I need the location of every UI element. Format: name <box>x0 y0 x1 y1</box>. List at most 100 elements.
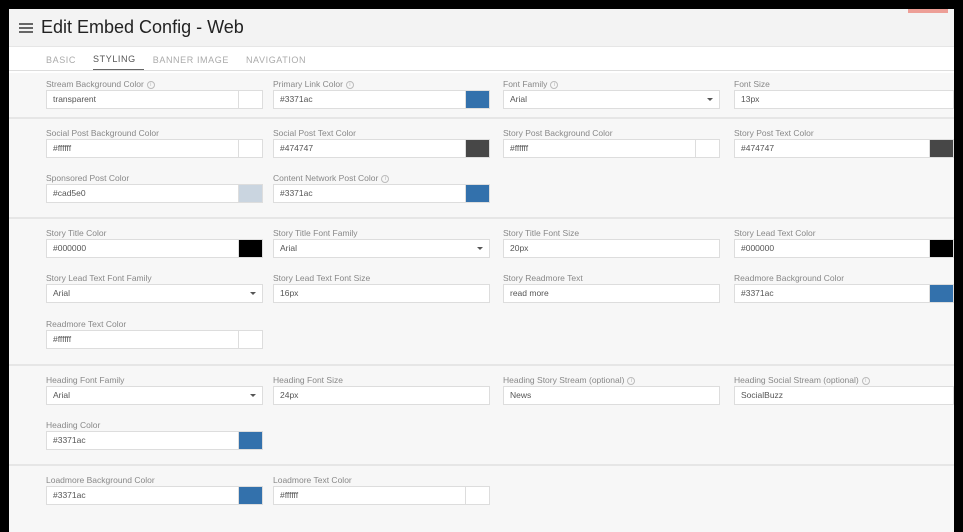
color-swatch[interactable] <box>238 487 262 504</box>
content-network-post-input[interactable]: #3371ac <box>273 184 490 203</box>
tab-navigation[interactable]: NAVIGATION <box>246 55 314 70</box>
chevron-down-icon <box>250 394 256 397</box>
field-social-post-bg: Social Post Background Color #ffffff <box>46 128 263 158</box>
color-swatch[interactable] <box>238 331 262 348</box>
story-lead-font-family-select[interactable]: Arial <box>46 284 263 303</box>
field-story-lead-font-size: Story Lead Text Font Size 16px <box>273 273 490 303</box>
field-content-network-post: Content Network Post Color i #3371ac <box>273 173 490 203</box>
color-swatch[interactable] <box>465 91 489 108</box>
story-lead-font-size-input[interactable]: 16px <box>273 284 490 303</box>
field-label: Primary Link Color <box>273 79 343 89</box>
color-swatch[interactable] <box>465 140 489 157</box>
social-post-bg-input[interactable]: #ffffff <box>46 139 263 158</box>
font-size-input[interactable]: 13px <box>734 90 954 109</box>
readmore-bg-input[interactable]: #3371ac <box>734 284 954 303</box>
color-swatch[interactable] <box>238 140 262 157</box>
chevron-down-icon <box>477 247 483 250</box>
heading-font-size-input[interactable]: 24px <box>273 386 490 405</box>
field-font-size: Font Size 13px <box>734 79 954 109</box>
color-swatch[interactable] <box>465 487 489 504</box>
color-swatch[interactable] <box>929 240 953 257</box>
info-icon[interactable]: i <box>861 376 870 385</box>
chevron-down-icon <box>707 98 713 101</box>
field-font-family: Font Family i Arial <box>503 79 720 109</box>
color-swatch[interactable] <box>238 91 262 108</box>
color-swatch[interactable] <box>465 185 489 202</box>
field-sponsored-post: Sponsored Post Color #cad5e0 <box>46 173 263 203</box>
field-label: Content Network Post Color <box>273 173 379 183</box>
heading-color-input[interactable]: #3371ac <box>46 431 263 450</box>
sponsored-post-input[interactable]: #cad5e0 <box>46 184 263 203</box>
color-swatch[interactable] <box>929 285 953 302</box>
primary-link-input[interactable]: #3371ac <box>273 90 490 109</box>
color-swatch[interactable] <box>238 240 262 257</box>
info-icon[interactable]: i <box>627 376 636 385</box>
heading-story-stream-input[interactable]: News <box>503 386 720 405</box>
tab-basic[interactable]: BASIC <box>46 55 84 70</box>
story-readmore-text-input[interactable]: read more <box>503 284 720 303</box>
field-label: Font Family <box>503 79 548 89</box>
tab-banner-image[interactable]: BANNER IMAGE <box>153 55 237 70</box>
field-label: Loadmore Text Color <box>273 475 352 485</box>
field-label: Heading Font Size <box>273 375 343 385</box>
field-label: Loadmore Background Color <box>46 475 155 485</box>
field-label: Heading Story Stream (optional) <box>503 375 625 385</box>
color-swatch[interactable] <box>929 140 953 157</box>
field-stream-bg: Stream Background Color i transparent <box>46 79 263 109</box>
story-title-font-family-select[interactable]: Arial <box>273 239 490 258</box>
field-story-post-text: Story Post Text Color #474747 <box>734 128 954 158</box>
field-heading-social-stream: Heading Social Stream (optional) i Social… <box>734 375 954 405</box>
styling-form: Stream Background Color i transparent Pri… <box>9 73 954 532</box>
info-icon[interactable]: i <box>381 174 390 183</box>
corner-mark <box>908 9 948 13</box>
field-label: Story Post Text Color <box>734 128 814 138</box>
story-post-bg-input[interactable]: #ffffff <box>503 139 720 158</box>
story-title-font-size-input[interactable]: 20px <box>503 239 720 258</box>
section-story: Story Title Color #000000 Story Title Fo… <box>9 219 954 366</box>
section-general: Stream Background Color i transparent Pri… <box>9 73 954 119</box>
loadmore-bg-input[interactable]: #3371ac <box>46 486 263 505</box>
info-icon[interactable]: i <box>345 80 354 89</box>
field-label: Stream Background Color <box>46 79 144 89</box>
tab-styling[interactable]: STYLING <box>93 54 144 70</box>
info-icon[interactable]: i <box>550 80 559 89</box>
section-heading: Heading Font Family Arial Heading Font S… <box>9 366 954 466</box>
story-post-text-input[interactable]: #474747 <box>734 139 954 158</box>
stream-bg-input[interactable]: transparent <box>46 90 263 109</box>
font-family-select[interactable]: Arial <box>503 90 720 109</box>
color-swatch[interactable] <box>238 185 262 202</box>
heading-font-family-select[interactable]: Arial <box>46 386 263 405</box>
story-title-color-input[interactable]: #000000 <box>46 239 263 258</box>
field-heading-story-stream: Heading Story Stream (optional) i News <box>503 375 720 405</box>
field-story-readmore-text: Story Readmore Text read more <box>503 273 720 303</box>
field-story-title-color: Story Title Color #000000 <box>46 228 263 258</box>
section-loadmore: Loadmore Background Color #3371ac Loadmo… <box>9 466 954 526</box>
field-heading-font-family: Heading Font Family Arial <box>46 375 263 405</box>
color-swatch[interactable] <box>695 140 719 157</box>
field-label: Story Readmore Text <box>503 273 583 283</box>
story-lead-text-color-input[interactable]: #000000 <box>734 239 954 258</box>
field-label: Sponsored Post Color <box>46 173 130 183</box>
field-loadmore-bg: Loadmore Background Color #3371ac <box>46 475 263 505</box>
loadmore-text-input[interactable]: #ffffff <box>273 486 490 505</box>
social-post-text-input[interactable]: #474747 <box>273 139 490 158</box>
info-icon[interactable]: i <box>146 80 155 89</box>
color-swatch[interactable] <box>238 432 262 449</box>
field-story-lead-font-family: Story Lead Text Font Family Arial <box>46 273 263 303</box>
field-story-post-bg: Story Post Background Color #ffffff <box>503 128 720 158</box>
field-label: Story Title Font Size <box>503 228 580 238</box>
tab-bar: BASIC STYLING BANNER IMAGE NAVIGATION <box>9 47 954 71</box>
page-title: Edit Embed Config - Web <box>41 17 244 37</box>
menu-icon[interactable] <box>19 22 33 33</box>
heading-social-stream-input[interactable]: SocialBuzz <box>734 386 954 405</box>
field-label: Social Post Background Color <box>46 128 159 138</box>
readmore-text-color-input[interactable]: #ffffff <box>46 330 263 349</box>
section-posts: Social Post Background Color #ffffff Soc… <box>9 119 954 219</box>
field-label: Story Lead Text Color <box>734 228 816 238</box>
field-label: Story Post Background Color <box>503 128 613 138</box>
field-label: Readmore Text Color <box>46 319 127 329</box>
app-window: Edit Embed Config - Web BASIC STYLING BA… <box>9 9 954 532</box>
field-primary-link: Primary Link Color i #3371ac <box>273 79 490 109</box>
field-label: Heading Color <box>46 420 101 430</box>
field-story-title-font-family: Story Title Font Family Arial <box>273 228 490 258</box>
